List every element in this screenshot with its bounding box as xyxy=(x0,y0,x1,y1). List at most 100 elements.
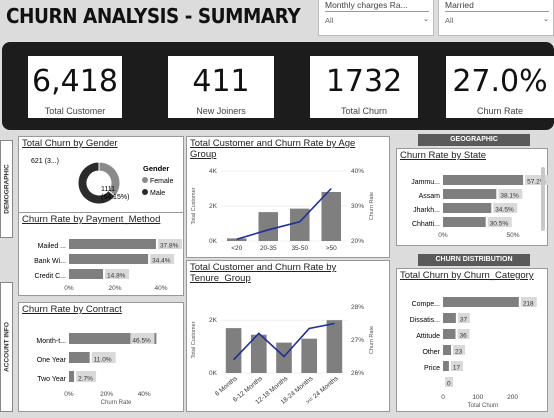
female-data-label: 621 (3...) xyxy=(31,158,59,165)
y2-tick-label: 30% xyxy=(351,203,364,210)
bar-category-label: Compe... xyxy=(412,301,440,308)
data-label: 34.5% xyxy=(495,207,514,214)
y-tick-label: 2K xyxy=(209,317,218,324)
data-label: 37 xyxy=(460,317,468,324)
y2-tick-label: 20% xyxy=(351,238,364,245)
scrollbar[interactable] xyxy=(541,167,545,231)
bar-category-label: Chhatti... xyxy=(412,221,440,228)
kpi-value: 1732 xyxy=(325,64,403,99)
y-axis-label: Total Customer xyxy=(191,187,197,224)
data-label: 218 xyxy=(523,301,534,308)
legend-title: Gender xyxy=(143,164,169,173)
state-panel[interactable]: Churn Rate by State Jammu... 57.2% Assam 38… xyxy=(396,148,549,246)
data-label: 2.7% xyxy=(78,376,93,383)
tenure-group-panel[interactable]: Total Customer and Churn Rate by Tenure_G… xyxy=(186,260,390,412)
bar xyxy=(443,361,449,371)
x-tick-label: 35-50 xyxy=(291,245,308,252)
contract-panel[interactable]: Churn Rate by Contract Month-t... 46.5% On… xyxy=(18,302,184,412)
bar xyxy=(69,254,149,264)
data-label: 0 xyxy=(447,381,451,388)
bar-category-label: One Year xyxy=(37,357,67,364)
bar-category-label: Price xyxy=(424,365,440,372)
data-label: 38.1% xyxy=(500,193,519,200)
bar-category-label: Month-t... xyxy=(36,338,66,345)
bar-category-label: Dissatis... xyxy=(410,317,440,324)
data-label: 23 xyxy=(455,349,463,356)
data-label: 11.0% xyxy=(94,357,112,364)
bar xyxy=(443,217,486,227)
contract-bar-chart: Month-t... 46.5% One Year 11.0% Two Year 2.7%… xyxy=(36,333,157,406)
bar-category-label: Jammu... xyxy=(411,179,440,186)
bar xyxy=(443,175,524,185)
data-label: 36 xyxy=(460,333,468,340)
x-tick-label: 0 xyxy=(441,394,445,401)
x-tick-label: 0% xyxy=(438,232,448,239)
data-label: 46.5% xyxy=(132,338,151,345)
kpi-label: Total Churn xyxy=(340,106,388,116)
data-label: 34.4% xyxy=(152,258,171,265)
kpi-new-joiners[interactable]: 411 New Joiners xyxy=(168,56,274,118)
x-tick-label: >50 xyxy=(326,245,337,252)
bar xyxy=(69,352,90,363)
slicer-label: Married xyxy=(445,0,549,12)
bar-category-label: Bank Wi... xyxy=(34,258,66,265)
kpi-label: Churn Rate xyxy=(476,106,524,116)
slicer-value: All xyxy=(445,16,454,25)
bar xyxy=(225,328,242,373)
churn-rate-line xyxy=(236,187,332,241)
kpi-total-churn[interactable]: 1732 Total Churn xyxy=(310,56,418,118)
bar xyxy=(443,203,492,213)
y-tick-label: 0K xyxy=(209,238,218,245)
age-combo-chart: 0K 2K 4K 20% 30% 40% <20 20-35 35-50 >50 Total Cus… xyxy=(191,168,375,252)
kpi-value: 411 xyxy=(192,64,250,99)
kpi-label: Total Customer xyxy=(44,106,106,116)
bar xyxy=(69,269,104,279)
bar xyxy=(443,329,456,339)
data-label: 37.8% xyxy=(160,243,179,250)
bar xyxy=(250,334,267,373)
bar xyxy=(69,371,75,382)
kpi-value: 6,418 xyxy=(32,64,118,99)
chevron-down-icon[interactable]: ⌄ xyxy=(423,15,429,23)
age-group-panel[interactable]: Total Customer and Churn Rate by Age Grou… xyxy=(186,136,390,258)
category-bar-chart: Compe... 218 Dissatis... 37 Attitude 36 Other 2… xyxy=(410,297,537,409)
chevron-down-icon[interactable]: ⌄ xyxy=(543,15,549,23)
y-tick-label: 0K xyxy=(209,370,218,377)
payment-bar-chart: Mailed ... 37.8% Bank Wi... 34.4% Credit C..… xyxy=(34,239,182,292)
bar-category-label: Attitude xyxy=(416,333,440,340)
x-tick-label: 0% xyxy=(64,285,74,292)
bar xyxy=(443,313,456,323)
legend-swatch-female xyxy=(142,177,148,183)
bar xyxy=(258,212,279,241)
churn-category-panel[interactable]: Total Churn by Churn_Category Compe... 21… xyxy=(396,268,548,412)
bar xyxy=(276,342,292,373)
data-label: 14.8% xyxy=(107,273,126,280)
bar xyxy=(301,338,318,373)
side-label-demographic: DEMOGRAPHIC xyxy=(0,140,13,238)
data-label: 17 xyxy=(453,365,461,372)
y-axis-label: Total Customer xyxy=(191,321,197,358)
y2-axis-label: Churn Rate xyxy=(369,192,375,220)
kpi-total-customer[interactable]: 6,418 Total Customer xyxy=(28,56,122,118)
male-data-label-count: 1111 xyxy=(101,186,115,193)
male-data-label-pct: (64.15%) xyxy=(101,194,129,201)
x-axis-label: Total Churn xyxy=(468,403,499,409)
x-tick-label: 20% xyxy=(108,285,121,292)
x-tick-label: 40% xyxy=(138,391,151,398)
slicer-value: All xyxy=(325,16,334,25)
legend-female: Female xyxy=(150,178,173,185)
bar xyxy=(321,192,342,241)
monthly-charges-slicer[interactable]: Monthly charges Ra... All ⌄ xyxy=(318,0,434,36)
data-label: 30.5% xyxy=(490,221,509,228)
x-tick-label: <20 xyxy=(231,245,242,252)
bar-category-label: Mailed ... xyxy=(38,243,66,250)
legend-swatch-male xyxy=(142,189,148,195)
kpi-label: New Joiners xyxy=(196,106,246,116)
married-slicer[interactable]: Married All ⌄ xyxy=(438,0,554,36)
bar xyxy=(443,189,497,199)
bar-category-label: Other xyxy=(422,349,440,356)
y2-tick-label: 28% xyxy=(351,304,364,311)
kpi-churn-rate[interactable]: 27.0% Churn Rate xyxy=(446,56,554,118)
x-tick-label: 100 xyxy=(472,394,483,401)
payment-method-panel[interactable]: Churn Rate by Payment_Method Mailed ... 3… xyxy=(18,212,184,296)
